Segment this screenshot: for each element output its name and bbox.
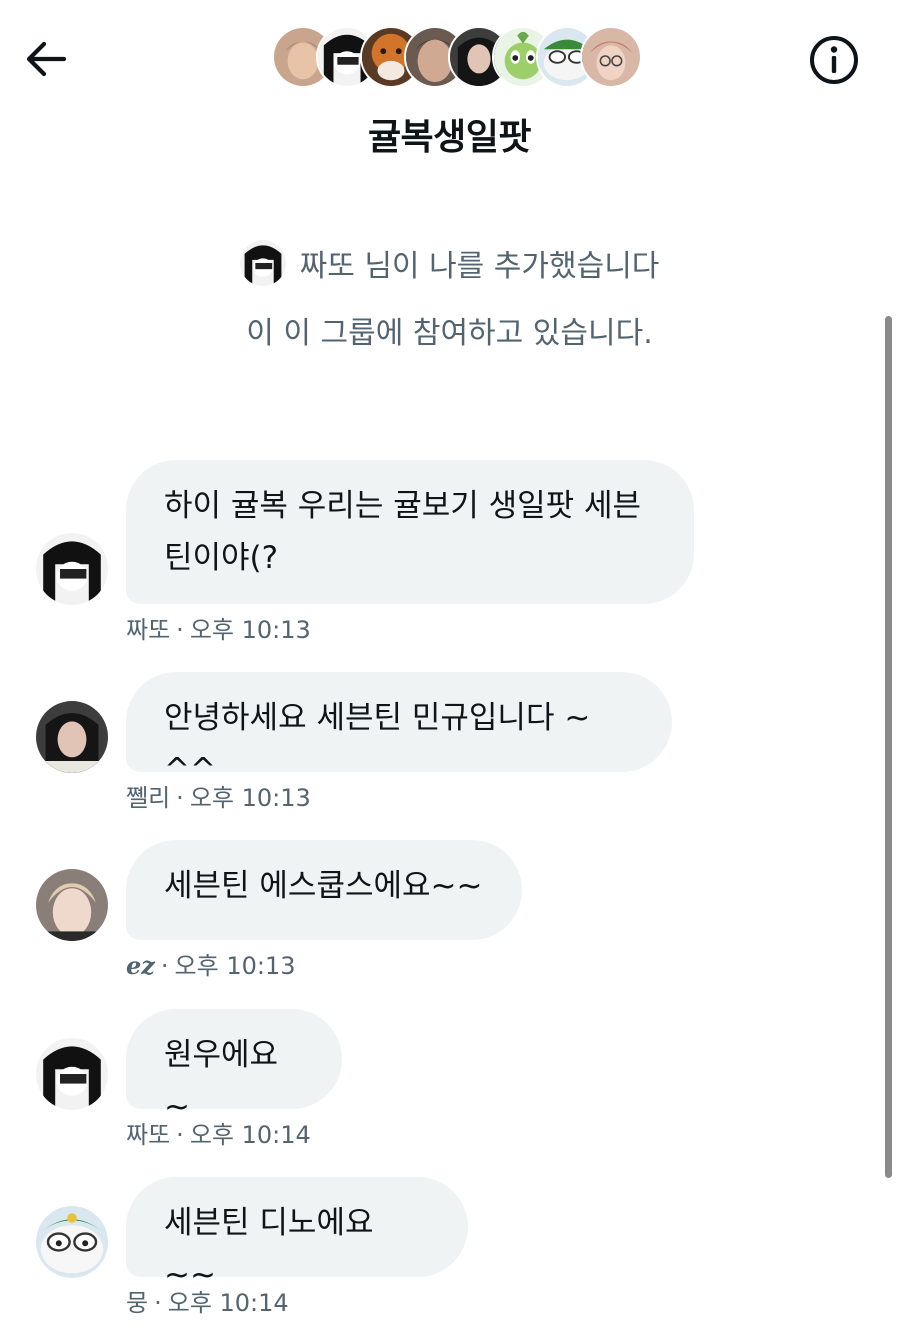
message-text: 원우에요~ bbox=[164, 1037, 279, 1125]
message-bubble[interactable]: 하이 귤복 우리는 귤보기 생일팟 세븐틴이야(? bbox=[126, 460, 694, 604]
message-meta: 쪨리 · 오후 10:13 bbox=[126, 778, 311, 813]
system-added-notice: 짜또 님이 나를 추가했습니다 bbox=[0, 240, 899, 286]
arrow-left-icon bbox=[26, 41, 67, 77]
message-time: 오후 10:14 bbox=[189, 1121, 311, 1149]
message-text: 안녕하세요 세븐틴 민규입니다 ~ ^^ bbox=[164, 700, 591, 788]
sender-avatar[interactable] bbox=[36, 869, 108, 941]
meta-separator: · bbox=[154, 1289, 162, 1317]
message-meta: 짜또 · 오후 10:14 bbox=[126, 1115, 311, 1150]
message-time: 오후 10:13 bbox=[189, 616, 311, 644]
back-button[interactable] bbox=[22, 37, 70, 81]
sender-name[interactable]: 쪨리 bbox=[126, 784, 170, 812]
adder-avatar[interactable] bbox=[239, 240, 286, 286]
meta-separator: · bbox=[176, 616, 184, 644]
info-circle-icon bbox=[810, 36, 858, 84]
sender-name[interactable]: 뭉 bbox=[126, 1289, 148, 1317]
info-button[interactable] bbox=[808, 34, 860, 86]
sender-name[interactable]: 짜또 bbox=[126, 1121, 170, 1149]
message-text: 세븐틴 디노에요 ~~ bbox=[164, 1205, 374, 1293]
sender-name[interactable]: 짜또 bbox=[126, 616, 170, 644]
message-bubble[interactable]: 원우에요~ bbox=[126, 1009, 342, 1125]
scrollbar[interactable] bbox=[885, 316, 892, 1178]
system-added-text: 짜또 님이 나를 추가했습니다 bbox=[299, 249, 660, 284]
message-bubble[interactable]: 안녕하세요 세븐틴 민규입니다 ~ ^^ bbox=[126, 672, 672, 788]
message-time: 오후 10:13 bbox=[174, 952, 296, 980]
message-meta: 뭉 · 오후 10:14 bbox=[126, 1283, 289, 1318]
member-avatar bbox=[580, 26, 642, 88]
message-bubble[interactable]: 세븐틴 디노에요 ~~ bbox=[126, 1177, 468, 1293]
dm-group-screen: 귤복생일팟 짜또 님이 나를 추가했습니다 이 이 그룹에 참여하고 있습니다.… bbox=[0, 0, 899, 1333]
sender-name[interactable]: ez bbox=[126, 951, 155, 980]
message-time: 오후 10:14 bbox=[167, 1289, 289, 1317]
group-avatar-stack[interactable] bbox=[272, 26, 642, 90]
sender-avatar[interactable] bbox=[36, 1038, 108, 1110]
sender-avatar[interactable] bbox=[36, 533, 108, 605]
sender-avatar[interactable] bbox=[36, 701, 108, 773]
group-title: 귤복생일팟 bbox=[367, 117, 532, 158]
message-meta: 짜또 · 오후 10:13 bbox=[126, 610, 311, 645]
meta-separator: · bbox=[176, 784, 184, 812]
message-text: 세븐틴 에스쿱스에요~~ bbox=[164, 868, 483, 904]
message-bubble[interactable]: 세븐틴 에스쿱스에요~~ bbox=[126, 840, 522, 940]
system-joined-text: 이 이 그룹에 참여하고 있습니다. bbox=[246, 316, 653, 351]
message-time: 오후 10:13 bbox=[189, 784, 311, 812]
meta-separator: · bbox=[176, 1121, 184, 1149]
message-text: 하이 귤복 우리는 귤보기 생일팟 세븐틴이야(? bbox=[164, 488, 642, 576]
sender-avatar[interactable] bbox=[36, 1206, 108, 1278]
message-meta: ez · 오후 10:13 bbox=[126, 946, 296, 981]
meta-separator: · bbox=[160, 952, 169, 980]
